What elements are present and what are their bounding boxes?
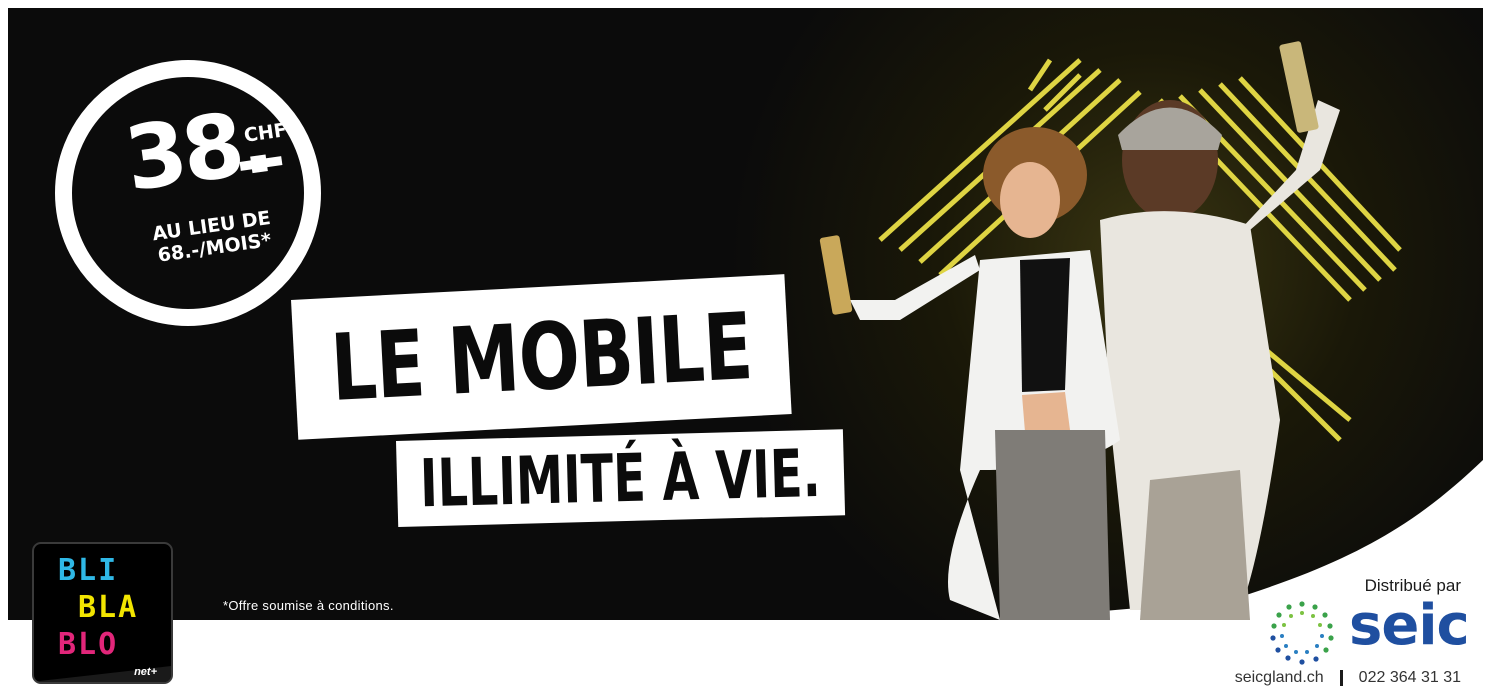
blibla-logo[interactable]: BLI BLA BLO net+ — [32, 542, 173, 684]
advertisement-banner: 38. CHF AU LIEU DE 68.-/MOIS* LE MOBILE … — [0, 0, 1491, 698]
price-currency: CHF — [242, 119, 289, 147]
blibla-row-blo: BLO — [58, 627, 119, 662]
netplus-brand: net+ — [134, 666, 157, 678]
headline-line1: LE MOBILE — [328, 292, 755, 422]
price-instead-of: AU LIEU DE 68.-/MOIS* — [136, 205, 291, 269]
contact-separator — [1339, 670, 1343, 686]
man-figure — [1100, 41, 1340, 620]
disclaimer-text: *Offre soumise à conditions. — [223, 598, 394, 613]
woman-figure — [819, 127, 1120, 620]
headline-line2: ILLIMITÉ À VIE. — [419, 434, 822, 522]
seic-dots-icon — [1270, 601, 1334, 665]
price-amount: 38. — [118, 89, 276, 212]
blibla-row-bla: BLA — [78, 590, 139, 625]
contact-line: seicgland.ch 022 364 31 31 — [1235, 669, 1461, 687]
blibla-row-bli: BLI — [58, 553, 119, 588]
seic-website-link[interactable]: seicgland.ch — [1235, 669, 1324, 687]
seic-phone[interactable]: 022 364 31 31 — [1359, 669, 1461, 687]
price-badge: 38. CHF AU LIEU DE 68.-/MOIS* — [55, 60, 321, 326]
seic-wordmark: seic — [1349, 593, 1470, 658]
headline-line2-box: ILLIMITÉ À VIE. — [396, 429, 846, 527]
headline-line1-box: LE MOBILE — [291, 274, 792, 440]
